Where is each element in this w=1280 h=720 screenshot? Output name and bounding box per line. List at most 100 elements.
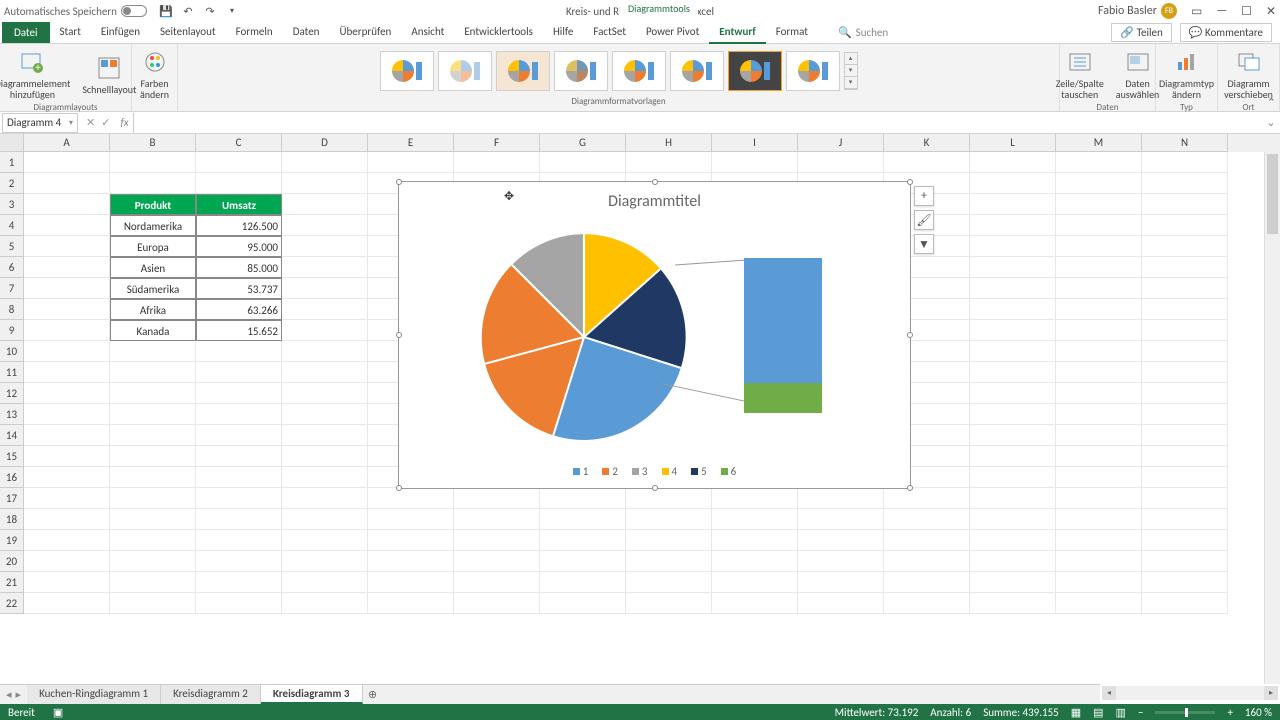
cell[interactable]: [282, 341, 368, 362]
cell[interactable]: [196, 509, 282, 530]
style-8[interactable]: [786, 51, 840, 91]
legend-item[interactable]: 5: [691, 465, 707, 478]
cell[interactable]: [1142, 404, 1228, 425]
cell[interactable]: [1142, 509, 1228, 530]
pie-chart[interactable]: [481, 234, 687, 440]
cell[interactable]: [1142, 152, 1228, 173]
tab-seitenlayout[interactable]: Seitenlayout: [150, 21, 226, 44]
cell[interactable]: [798, 152, 884, 173]
legend-item[interactable]: 3: [632, 465, 648, 478]
legend-item[interactable]: 6: [721, 465, 737, 478]
sheet-tab[interactable]: Kreisdiagramm 3: [261, 685, 363, 704]
cell[interactable]: [884, 530, 970, 551]
cell[interactable]: [196, 446, 282, 467]
cell[interactable]: [282, 173, 368, 194]
row-header[interactable]: 18: [0, 509, 24, 530]
cell[interactable]: Europa: [110, 236, 196, 257]
col-header[interactable]: D: [282, 134, 368, 152]
cell[interactable]: [970, 425, 1056, 446]
cell[interactable]: [282, 215, 368, 236]
chart-elements-icon[interactable]: +: [914, 186, 934, 206]
cell[interactable]: [1056, 488, 1142, 509]
cell[interactable]: [454, 572, 540, 593]
tab-überprüfen[interactable]: Überprüfen: [329, 21, 401, 44]
col-header[interactable]: H: [626, 134, 712, 152]
zoom-slider[interactable]: [1155, 711, 1215, 714]
cell[interactable]: [1056, 593, 1142, 614]
cell[interactable]: [1056, 341, 1142, 362]
cell[interactable]: [1056, 215, 1142, 236]
cell[interactable]: [1142, 551, 1228, 572]
cell[interactable]: [282, 551, 368, 572]
row-header[interactable]: 6: [0, 257, 24, 278]
cell[interactable]: [970, 257, 1056, 278]
row-header[interactable]: 15: [0, 446, 24, 467]
cell[interactable]: [1142, 215, 1228, 236]
cell[interactable]: [1056, 194, 1142, 215]
switch-row-col-button[interactable]: Zeile/Spalte tauschen: [1052, 46, 1108, 102]
cell[interactable]: [282, 530, 368, 551]
cell[interactable]: [196, 593, 282, 614]
cell[interactable]: [196, 488, 282, 509]
cell[interactable]: [1142, 278, 1228, 299]
row-header[interactable]: 16: [0, 467, 24, 488]
style-3[interactable]: [496, 51, 550, 91]
cell[interactable]: [282, 446, 368, 467]
cell[interactable]: [110, 593, 196, 614]
cell[interactable]: [1056, 425, 1142, 446]
cell[interactable]: [798, 593, 884, 614]
cell[interactable]: [24, 551, 110, 572]
macro-record-icon[interactable]: ▣: [53, 706, 63, 719]
cell[interactable]: [282, 572, 368, 593]
cell[interactable]: [368, 551, 454, 572]
col-header[interactable]: B: [110, 134, 196, 152]
cell[interactable]: [110, 509, 196, 530]
cell[interactable]: [1056, 530, 1142, 551]
bar-of-pie[interactable]: [744, 258, 822, 413]
expand-formula-icon[interactable]: ⌄: [1262, 116, 1280, 129]
row-header[interactable]: 8: [0, 299, 24, 320]
qat-dropdown-icon[interactable]: ▾: [225, 4, 239, 18]
col-header[interactable]: G: [540, 134, 626, 152]
sheet-nav-prev-icon[interactable]: ◂: [6, 688, 12, 701]
cell[interactable]: [196, 383, 282, 404]
row-header[interactable]: 11: [0, 362, 24, 383]
cell[interactable]: [282, 593, 368, 614]
change-chart-type-button[interactable]: Diagrammtyp ändern: [1155, 46, 1218, 102]
cell[interactable]: [196, 530, 282, 551]
legend-item[interactable]: 4: [662, 465, 678, 478]
col-header[interactable]: F: [454, 134, 540, 152]
tab-factset[interactable]: FactSet: [583, 21, 636, 44]
cell[interactable]: [24, 215, 110, 236]
cell[interactable]: [1142, 467, 1228, 488]
cell[interactable]: [24, 467, 110, 488]
cell[interactable]: [24, 383, 110, 404]
chart-object[interactable]: Diagrammtitel 123456 + 🖌 ▼: [398, 181, 911, 489]
cell[interactable]: [540, 530, 626, 551]
cell[interactable]: [970, 341, 1056, 362]
view-pagebreak-icon[interactable]: ▥: [1116, 706, 1126, 719]
cell[interactable]: [712, 488, 798, 509]
cell[interactable]: [798, 572, 884, 593]
cell[interactable]: [1142, 488, 1228, 509]
style-4[interactable]: [554, 51, 608, 91]
horizontal-scrollbar[interactable]: ◂▸: [1102, 686, 1278, 700]
cell[interactable]: [540, 509, 626, 530]
tab-daten[interactable]: Daten: [283, 21, 330, 44]
cell[interactable]: [282, 320, 368, 341]
fx-icon[interactable]: fx: [116, 116, 132, 129]
cell[interactable]: [196, 551, 282, 572]
cell[interactable]: [712, 509, 798, 530]
cell[interactable]: [282, 278, 368, 299]
tab-start[interactable]: Start: [50, 21, 91, 44]
row-header[interactable]: 1: [0, 152, 24, 173]
ribbon-options-icon[interactable]: ▭: [1191, 4, 1202, 19]
chart-styles-gallery[interactable]: ▴▾▾: [380, 46, 858, 96]
cell[interactable]: [1056, 299, 1142, 320]
cell[interactable]: [24, 530, 110, 551]
view-normal-icon[interactable]: ▦: [1071, 706, 1081, 719]
col-header[interactable]: E: [368, 134, 454, 152]
cell[interactable]: [24, 236, 110, 257]
cell[interactable]: [1142, 530, 1228, 551]
cell[interactable]: [24, 362, 110, 383]
